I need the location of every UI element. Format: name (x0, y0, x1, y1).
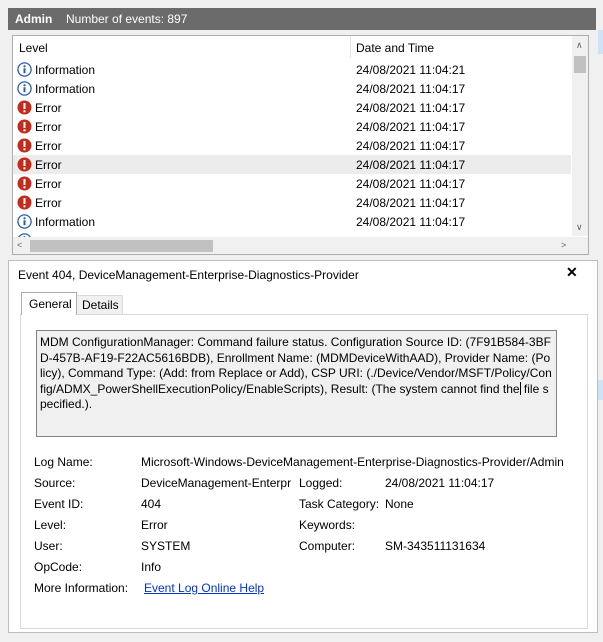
event-row[interactable]: Information 24/08/2021 11:04:17 (13, 79, 571, 98)
log-name-value[interactable]: Microsoft-Windows-DeviceManagement-Enter… (141, 455, 566, 469)
log-header-bar: Admin Number of events: 897 (8, 8, 596, 30)
info-icon (17, 214, 32, 229)
error-icon (17, 138, 32, 153)
event-count: Number of events: 897 (66, 12, 188, 26)
event-level: Error (35, 158, 62, 172)
vertical-scrollbar[interactable]: ∧ ∨ (572, 36, 588, 236)
tab-general-label: General (29, 297, 72, 311)
column-divider[interactable] (350, 36, 351, 58)
close-icon[interactable]: ✕ (566, 264, 578, 281)
event-date-time: 24/08/2021 11:04:17 (356, 177, 466, 191)
event-message-box[interactable]: MDM ConfigurationManager: Command failur… (36, 330, 557, 437)
source-value[interactable]: DeviceManagement-Enterprise-Diagnostics-… (141, 476, 291, 490)
level-value[interactable]: Error (141, 518, 168, 532)
logged-value[interactable]: 24/08/2021 11:04:17 (385, 476, 494, 490)
event-date-time: 24/08/2021 11:04:21 (356, 63, 466, 77)
tab-details[interactable]: Details (76, 295, 123, 315)
event-row[interactable]: Error 24/08/2021 11:04:17 (13, 98, 571, 117)
event-level: Error (35, 139, 62, 153)
info-icon (17, 62, 32, 77)
event-date-time: 24/08/2021 11:04:17 (356, 196, 466, 210)
error-icon (17, 119, 32, 134)
event-level: Information (35, 63, 96, 77)
event-level: Information (35, 82, 96, 96)
log-name-label: Log Name: (34, 455, 93, 469)
event-date-time: 24/08/2021 11:04:17 (356, 139, 466, 153)
event-level: Information (35, 215, 96, 229)
error-icon (17, 100, 32, 115)
error-icon (17, 157, 32, 172)
event-row[interactable]: Error 24/08/2021 11:04:17 (13, 155, 571, 174)
event-level: Error (35, 101, 62, 115)
event-row[interactable]: Information 24/08/2021 11:04:21 (13, 60, 571, 79)
general-tab-panel: MDM ConfigurationManager: Command failur… (20, 314, 588, 629)
event-message-text: MDM ConfigurationManager: Command failur… (40, 335, 552, 396)
task-category-value[interactable]: None (385, 497, 414, 511)
event-level: Error (35, 120, 62, 134)
keywords-label: Keywords: (299, 518, 356, 532)
event-message[interactable]: MDM ConfigurationManager: Command failur… (40, 335, 552, 413)
error-icon (17, 195, 32, 210)
event-row[interactable]: Error 24/08/2021 11:04:17 (13, 193, 571, 212)
event-date-time: 24/08/2021 11:04:17 (356, 101, 466, 115)
computer-label: Computer: (299, 539, 356, 553)
horizontal-scrollbar[interactable]: < > (13, 237, 588, 254)
adjacent-pane-highlight (598, 380, 603, 400)
logged-label: Logged: (299, 476, 343, 490)
event-id-label: Event ID: (34, 497, 84, 511)
event-row[interactable]: Error 24/08/2021 11:04:17 (13, 174, 571, 193)
more-information-label: More Information: (34, 581, 129, 595)
error-icon (17, 176, 32, 191)
event-row[interactable]: Information 24/08/2021 11:04:17 (13, 212, 571, 231)
column-header-row: Level Date and Time (13, 36, 571, 58)
event-id-value[interactable]: 404 (141, 497, 161, 511)
scroll-left-icon[interactable]: < (17, 241, 22, 250)
user-label: User: (34, 539, 63, 553)
event-level: Error (35, 177, 62, 191)
task-category-label: Task Category: (299, 497, 380, 511)
event-row[interactable]: Error 24/08/2021 11:04:17 (13, 136, 571, 155)
event-row[interactable]: Error 24/08/2021 11:04:17 (13, 117, 571, 136)
opcode-value[interactable]: Info (141, 560, 161, 574)
scroll-right-icon[interactable]: > (561, 241, 566, 250)
column-header-level[interactable]: Level (19, 41, 48, 55)
event-log-online-help-link[interactable]: Event Log Online Help (144, 581, 264, 595)
event-date-time: 24/08/2021 11:04:17 (356, 215, 466, 229)
info-icon (17, 81, 32, 96)
event-detail-pane: Event 404, DeviceManagement-Enterprise-D… (8, 260, 598, 633)
scroll-down-icon[interactable]: ∨ (576, 223, 583, 232)
event-detail-title: Event 404, DeviceManagement-Enterprise-D… (18, 268, 359, 282)
event-date-time: 24/08/2021 11:04:17 (356, 120, 466, 134)
opcode-label: OpCode: (34, 560, 83, 574)
column-header-date-time[interactable]: Date and Time (356, 41, 434, 55)
scroll-up-icon[interactable]: ∧ (576, 41, 583, 50)
user-value[interactable]: SYSTEM (141, 539, 190, 553)
log-title: Admin (15, 12, 53, 26)
horizontal-scroll-thumb[interactable] (30, 240, 213, 252)
event-list[interactable]: Level Date and Time Information 24/08/202… (12, 35, 589, 255)
tab-details-label: Details (82, 298, 119, 312)
event-rows: Information 24/08/2021 11:04:21 Informatio… (13, 60, 571, 250)
tab-general[interactable]: General (21, 292, 77, 315)
event-level: Error (35, 196, 62, 210)
level-label: Level: (34, 518, 67, 532)
source-label: Source: (34, 476, 76, 490)
event-date-time: 24/08/2021 11:04:17 (356, 82, 466, 96)
adjacent-pane-highlight (598, 30, 603, 54)
event-date-time: 24/08/2021 11:04:17 (356, 158, 466, 172)
vertical-scroll-thumb[interactable] (574, 56, 586, 73)
computer-value[interactable]: SM-343511131634 (385, 539, 485, 553)
